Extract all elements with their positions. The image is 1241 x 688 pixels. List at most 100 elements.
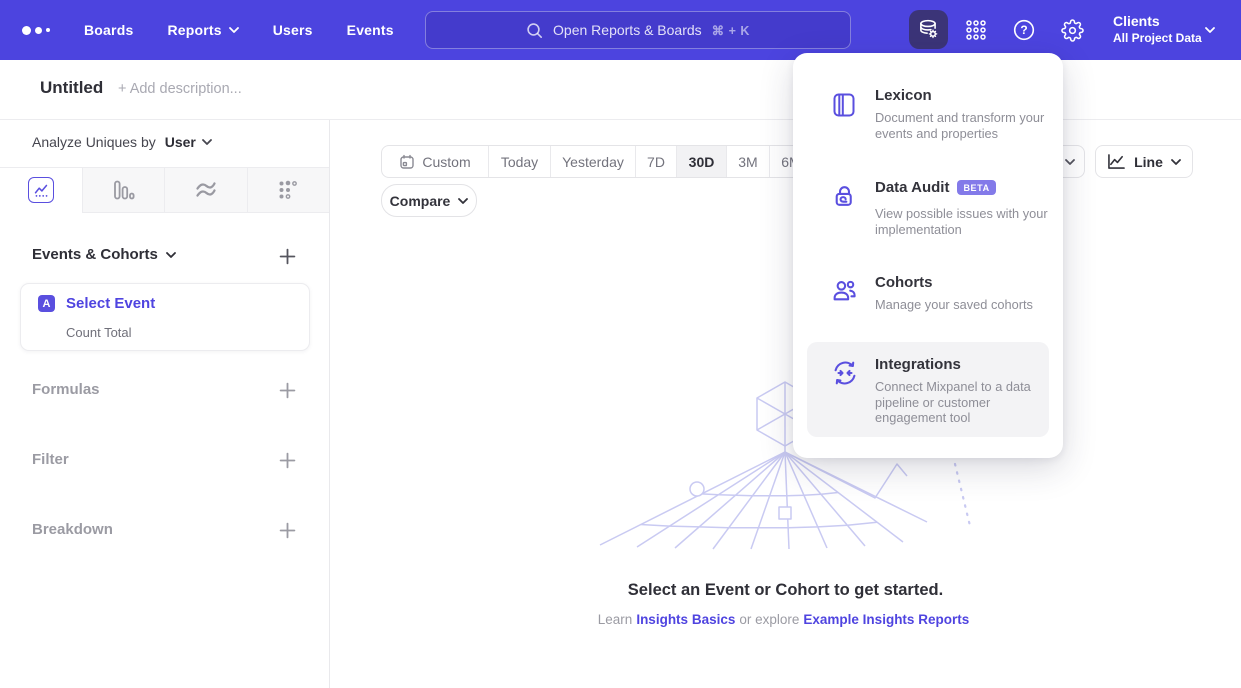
analyze-label: Analyze Uniques by — [32, 134, 156, 150]
data-management-button[interactable] — [909, 10, 948, 49]
nav-item-users[interactable]: Users — [273, 22, 313, 38]
menu-item-data-audit[interactable]: Data Audit BETA View possible issues wit… — [807, 179, 1049, 257]
event-series-badge: A — [38, 295, 55, 312]
plus-icon — [279, 248, 296, 265]
date-range-3m[interactable]: 3M — [726, 146, 769, 177]
project-scope: All Project Data — [1113, 30, 1202, 47]
date-range-today[interactable]: Today — [488, 146, 550, 177]
search-shortcut: ⌘ + K — [712, 23, 750, 38]
chart-type-label: Line — [1134, 154, 1163, 170]
search-icon — [526, 22, 543, 39]
date-range-label: Today — [501, 154, 538, 170]
gear-icon — [1061, 19, 1084, 42]
menu-item-title: Integrations — [875, 356, 961, 373]
add-formula-button[interactable] — [277, 380, 297, 400]
line-chart-icon — [28, 177, 54, 203]
add-breakdown-button[interactable] — [277, 520, 297, 540]
apps-grid-button[interactable] — [962, 0, 990, 60]
beta-badge: BETA — [957, 180, 995, 195]
menu-item-description: Manage your saved cohorts — [875, 297, 1053, 313]
nav-item-label: Events — [347, 22, 394, 38]
menu-item-title: Lexicon — [875, 87, 932, 104]
database-gear-icon — [917, 18, 940, 41]
svg-text:?: ? — [1020, 23, 1027, 37]
plus-icon — [279, 452, 296, 469]
subtitle-text: Learn — [598, 612, 633, 627]
nav-item-reports[interactable]: Reports — [167, 22, 238, 38]
count-total-label[interactable]: Count Total — [66, 325, 132, 340]
menu-item-description: Document and transform your events and p… — [875, 110, 1053, 141]
compare-label: Compare — [390, 193, 451, 209]
nav-item-label: Reports — [167, 22, 221, 38]
formulas-section-header: Formulas — [32, 381, 100, 398]
settings-button[interactable] — [1059, 0, 1085, 60]
top-nav: Boards Reports Users Events Open Reports… — [0, 0, 1241, 60]
report-canvas: Custom Today Yesterday 7D 30D 3M 6M Line… — [330, 120, 1241, 688]
date-range-label: 30D — [689, 154, 715, 170]
analyze-uniques-control[interactable]: Analyze Uniques by User — [32, 134, 212, 150]
subtitle-text: or explore — [739, 612, 799, 627]
chevron-down-icon — [458, 198, 468, 204]
nav-item-boards[interactable]: Boards — [84, 22, 133, 38]
search-input[interactable]: Open Reports & Boards ⌘ + K — [425, 11, 851, 49]
nav-item-events[interactable]: Events — [347, 22, 394, 38]
query-builder-sidebar: Analyze Uniques by User — [0, 120, 330, 688]
tab-bar-chart[interactable] — [82, 168, 165, 213]
tab-line-chart[interactable] — [0, 168, 82, 213]
chevron-down-icon — [1065, 159, 1075, 165]
tab-stacked-chart[interactable] — [164, 168, 247, 213]
chart-type-tabs — [0, 167, 329, 213]
empty-state-title: Select an Event or Cohort to get started… — [330, 581, 1241, 600]
project-name: Clients — [1113, 12, 1202, 30]
date-range-label: Yesterday — [562, 154, 624, 170]
search-placeholder: Open Reports & Boards — [553, 22, 702, 38]
plus-icon — [279, 382, 296, 399]
chevron-down-icon — [1205, 27, 1215, 33]
chevron-down-icon — [166, 252, 176, 258]
menu-item-cohorts[interactable]: Cohorts Manage your saved cohorts — [807, 274, 1049, 320]
tab-metric-chart[interactable] — [247, 168, 330, 213]
project-selector[interactable]: Clients All Project Data — [1113, 12, 1202, 47]
bar-chart-icon — [111, 178, 135, 202]
stream-chart-icon — [193, 178, 218, 203]
grid-icon — [964, 18, 988, 42]
plus-icon — [279, 522, 296, 539]
menu-item-integrations[interactable]: Integrations Connect Mixpanel to a data … — [807, 342, 1049, 437]
mixpanel-logo-icon[interactable] — [22, 24, 50, 36]
analyze-value: User — [165, 134, 196, 150]
select-event-card[interactable]: A Select Event Count Total — [20, 283, 310, 351]
data-audit-icon — [831, 183, 858, 210]
menu-item-title: Data Audit BETA — [875, 179, 996, 196]
add-event-button[interactable] — [277, 246, 297, 266]
menu-item-description: Connect Mixpanel to a data pipeline or c… — [875, 379, 1053, 426]
lexicon-icon — [831, 92, 857, 118]
chevron-down-icon — [202, 139, 212, 145]
section-label: Events & Cohorts — [32, 246, 158, 263]
help-icon: ? — [1012, 18, 1036, 42]
help-button[interactable]: ? — [1011, 0, 1037, 60]
calendar-icon — [399, 154, 415, 170]
scatter-icon — [277, 179, 299, 201]
breakdown-section-header: Breakdown — [32, 521, 113, 538]
date-range-30d[interactable]: 30D — [676, 146, 726, 177]
cohorts-icon — [831, 277, 858, 304]
insights-basics-link[interactable]: Insights Basics — [636, 612, 735, 627]
date-range-yesterday[interactable]: Yesterday — [550, 146, 635, 177]
date-range-custom[interactable]: Custom — [382, 146, 488, 177]
add-description-field[interactable]: + Add description... — [118, 81, 242, 97]
example-reports-link[interactable]: Example Insights Reports — [803, 612, 969, 627]
events-cohorts-section-header[interactable]: Events & Cohorts — [32, 246, 176, 263]
date-range-7d[interactable]: 7D — [635, 146, 676, 177]
nav-item-label: Users — [273, 22, 313, 38]
date-range-label: 3M — [738, 154, 757, 170]
chevron-down-icon — [229, 27, 239, 33]
add-filter-button[interactable] — [277, 450, 297, 470]
compare-button[interactable]: Compare — [381, 184, 477, 217]
menu-item-description: View possible issues with your implement… — [875, 206, 1053, 237]
select-event-label: Select Event — [66, 295, 155, 312]
menu-item-lexicon[interactable]: Lexicon Document and transform your even… — [807, 87, 1049, 163]
empty-state-subtitle: LearnInsights Basics or explore Example In… — [330, 612, 1241, 627]
menu-item-title: Cohorts — [875, 274, 933, 291]
report-title[interactable]: Untitled — [40, 78, 103, 98]
chart-type-selector[interactable]: Line — [1095, 145, 1193, 178]
